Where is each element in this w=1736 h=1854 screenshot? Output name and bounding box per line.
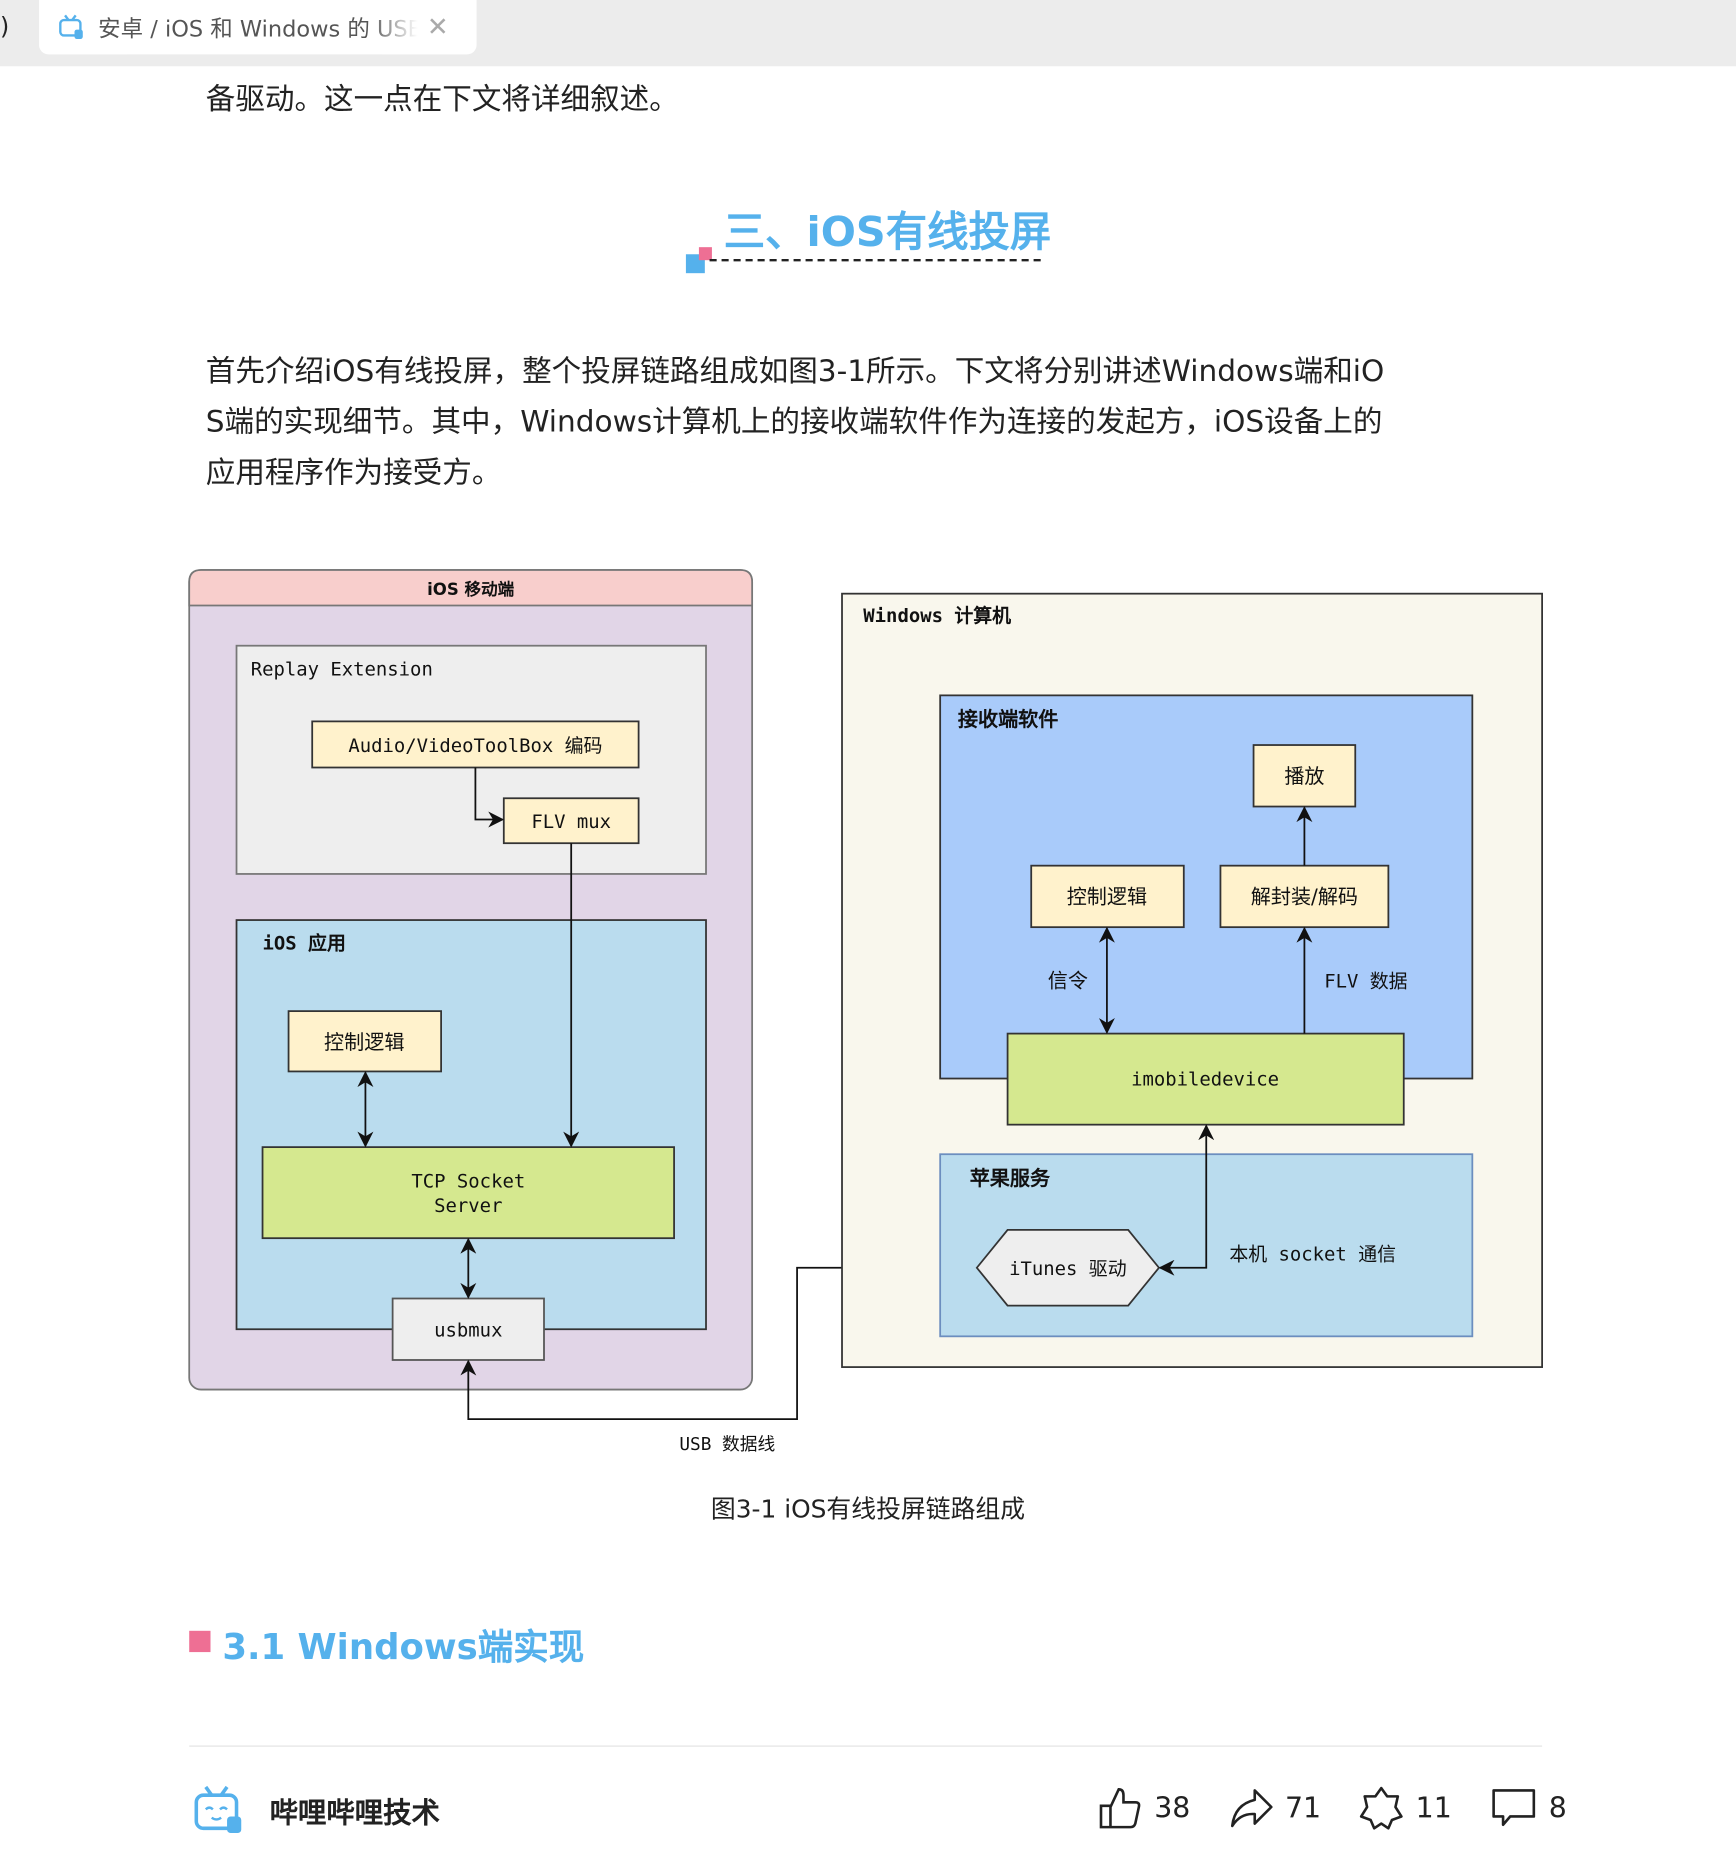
receiver-box [939,694,1474,1080]
usbmux-label: usbmux [434,1319,502,1341]
replay-extension-label: Replay Extension [251,658,433,680]
windows-label: Windows 计算机 [863,604,1011,627]
comment-count: 8 [1548,1791,1567,1825]
control-logic-label: 控制逻辑 [324,1030,404,1054]
tcp-server-box [261,1146,675,1240]
flv-data-label: FLV 数据 [1324,970,1407,992]
play-label: 播放 [1284,764,1324,788]
control-logic-win-label: 控制逻辑 [1067,885,1147,909]
subheading-marker [189,1630,211,1653]
encoder-label: Audio/VideoToolBox 编码 [348,735,602,757]
link-diagram: iOS 移动端 Replay Extension Audio/VideoTool… [188,569,1543,1455]
subheading: 3.1 Windows端实现 [222,1627,585,1669]
usb-cable-label: USB 数据线 [679,1434,775,1455]
charge-icon[interactable] [1359,1786,1404,1831]
local-socket-label: 本机 socket 通信 [1229,1244,1396,1266]
divider [189,1745,1543,1747]
itunes-driver-label: iTunes 驱动 [1009,1258,1127,1280]
like-count: 38 [1154,1791,1191,1825]
author-name[interactable]: 哔哩哔哩技术 [270,1789,440,1830]
tcp-server-label-2: Server [434,1195,502,1217]
comment-icon[interactable] [1490,1786,1537,1831]
apple-services-label: 苹果服务 [970,1166,1051,1190]
thumbs-up-icon[interactable] [1097,1786,1142,1831]
favorite-count: 11 [1415,1791,1452,1825]
demux-label: 解封装/解码 [1251,885,1358,909]
figure-caption: 图3-1 iOS有线投屏链路组成 [710,1494,1026,1524]
share-count: 71 [1284,1791,1322,1825]
ios-app-box [235,919,707,1331]
flv-mux-label: FLV mux [531,811,611,833]
stats-bar: 38 71 11 8 [1097,1786,1567,1831]
ios-app-label: iOS 应用 [263,932,346,955]
signaling-label: 信令 [1048,968,1088,992]
tcp-server-label-1: TCP Socket [411,1170,525,1192]
receiver-label: 接收端软件 [958,707,1058,731]
share-icon[interactable] [1228,1786,1273,1831]
bilibili-avatar-icon [194,1785,242,1834]
author-block[interactable]: 哔哩哔哩技术 [189,1783,440,1835]
ios-device-title: iOS 移动端 [427,579,515,599]
imobiledevice-label: imobiledevice [1131,1069,1279,1091]
